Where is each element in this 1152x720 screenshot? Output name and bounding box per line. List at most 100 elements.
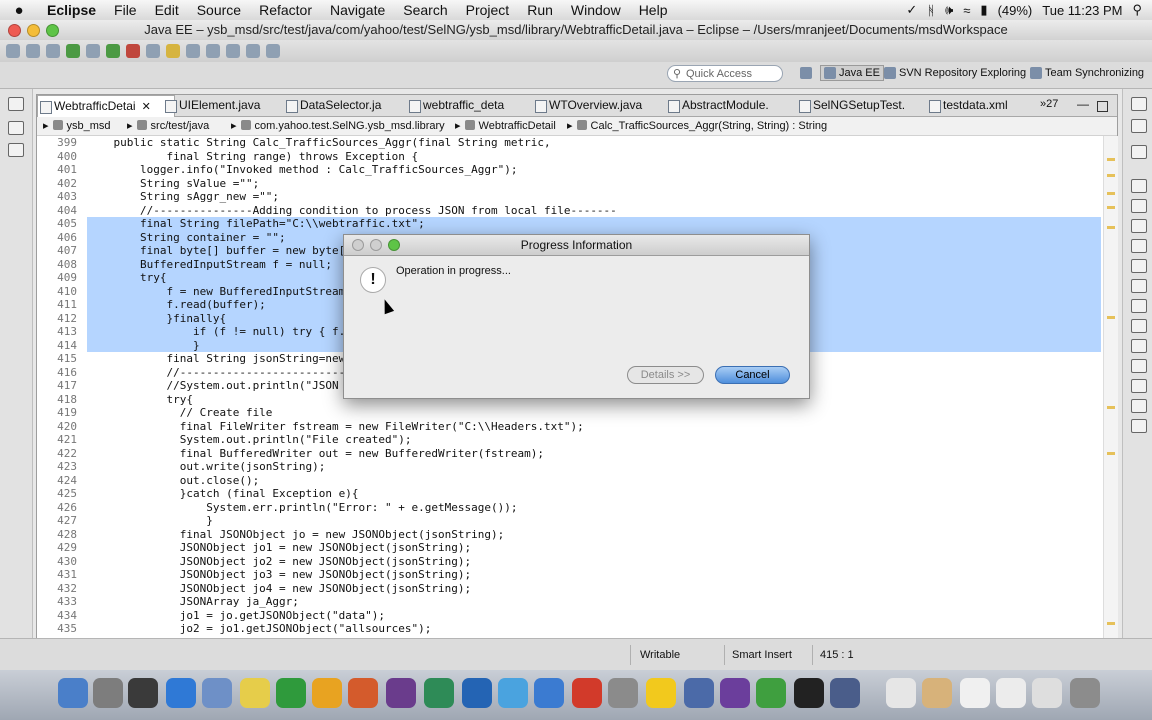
toggle-mark-icon[interactable]	[206, 44, 220, 58]
open-perspective-icon[interactable]	[800, 67, 812, 79]
file-icon[interactable]	[960, 678, 990, 708]
search-view-icon[interactable]	[1131, 339, 1147, 353]
code-text[interactable]: System.err.println("Error: " + e.getMess…	[87, 501, 517, 515]
app-store-icon[interactable]	[498, 678, 528, 708]
code-line[interactable]: 420 final FileWriter fstream = new FileW…	[37, 420, 1103, 434]
code-text[interactable]: f.read(buffer);	[87, 298, 265, 312]
zoom-window-button[interactable]	[46, 24, 59, 37]
overview-ruler[interactable]	[1103, 136, 1118, 639]
clock[interactable]: Tue 11:23 PM	[1042, 3, 1122, 18]
applications-folder-icon[interactable]	[922, 678, 952, 708]
volume-icon[interactable]: 🕪	[945, 2, 953, 18]
code-line[interactable]: 403 String sAggr_new ="";	[37, 190, 1103, 204]
finder-icon[interactable]	[58, 678, 88, 708]
code-text[interactable]: try{	[87, 271, 167, 285]
tab-webtraffic-deta[interactable]: webtraffic_deta	[407, 95, 533, 116]
code-text[interactable]: try{	[87, 393, 193, 407]
code-line[interactable]: 421 System.out.println("File created");	[37, 433, 1103, 447]
code-text[interactable]: final String range) throws Exception {	[87, 150, 418, 164]
code-text[interactable]: JSONArray ja_Aggr;	[87, 595, 299, 609]
code-text[interactable]: //---------------Adding condition to pro…	[87, 204, 617, 218]
code-line[interactable]: 432 JSONObject jo4 = new JSONObject(json…	[37, 582, 1103, 596]
code-text[interactable]: }catch (final Exception e){	[87, 487, 359, 501]
safari-icon[interactable]	[166, 678, 196, 708]
back-icon[interactable]	[246, 44, 260, 58]
menu-run[interactable]: Run	[518, 2, 562, 18]
code-text[interactable]: jo2 = jo1.getJSONObject("allsources");	[87, 622, 432, 636]
code-text[interactable]: }	[87, 514, 213, 528]
tab-testdata-xml[interactable]: testdata.xml	[927, 95, 1048, 116]
code-text[interactable]: public static String Calc_TrafficSources…	[87, 136, 550, 150]
network-icon[interactable]	[424, 678, 454, 708]
code-line[interactable]: 428 final JSONObject jo = new JSONObject…	[37, 528, 1103, 542]
outlook-icon[interactable]	[312, 678, 342, 708]
code-text[interactable]: final String filePath="C:\\webtraffic.tx…	[87, 217, 425, 231]
tab-selngsetuptest[interactable]: SelNGSetupTest.	[797, 95, 928, 116]
debug-icon[interactable]	[66, 44, 80, 58]
code-text[interactable]: String sValue ="";	[87, 177, 259, 191]
code-text[interactable]: out.close();	[87, 474, 259, 488]
trash-icon[interactable]	[1070, 678, 1100, 708]
terminal-icon[interactable]	[794, 678, 824, 708]
more-tabs-button[interactable]: »27	[1040, 98, 1058, 110]
data-source-icon[interactable]	[1131, 239, 1147, 253]
code-text[interactable]: JSONObject jo2 = new JSONObject(jsonStri…	[87, 555, 471, 569]
excel-icon[interactable]	[276, 678, 306, 708]
code-line[interactable]: 426 System.err.println("Error: " + e.get…	[37, 501, 1103, 515]
settings-icon[interactable]	[86, 44, 100, 58]
code-line[interactable]: 429 JSONObject jo1 = new JSONObject(json…	[37, 541, 1103, 555]
minimize-editor-button[interactable]: —	[1077, 97, 1089, 111]
next-annotation-icon[interactable]	[226, 44, 240, 58]
menu-refactor[interactable]: Refactor	[250, 2, 321, 18]
screenshot-icon[interactable]	[1032, 678, 1062, 708]
open-type-icon[interactable]	[146, 44, 160, 58]
apple-menu-icon[interactable]: ●	[0, 2, 38, 19]
perspective-team-sync[interactable]: Team Synchronizing	[1030, 67, 1144, 79]
code-line[interactable]: 422 final BufferedWriter out = new Buffe…	[37, 447, 1103, 461]
testng-icon[interactable]	[1131, 419, 1147, 433]
maximize-editor-button[interactable]	[1097, 101, 1108, 112]
code-text[interactable]: out.write(jsonString);	[87, 460, 326, 474]
cancel-button[interactable]: Cancel	[715, 366, 790, 384]
code-text[interactable]: JSONObject jo1 = new JSONObject(jsonStri…	[87, 541, 471, 555]
code-text[interactable]: //System.out.println("JSON Re	[87, 379, 358, 393]
chrome-icon[interactable]	[756, 678, 786, 708]
task-list-icon[interactable]	[1131, 145, 1147, 159]
history-icon[interactable]	[1131, 319, 1147, 333]
powerpoint-icon[interactable]	[348, 678, 378, 708]
new-icon[interactable]	[6, 44, 20, 58]
launchpad-icon[interactable]	[93, 678, 123, 708]
breadcrumb-class[interactable]: ▸ WebtrafficDetail	[455, 117, 556, 135]
code-line[interactable]: 404 //---------------Adding condition to…	[37, 204, 1103, 218]
breadcrumb-source-folder[interactable]: ▸ src/test/java	[127, 117, 209, 135]
code-text[interactable]: final String jsonString=new S	[87, 352, 358, 366]
menu-file[interactable]: File	[105, 2, 146, 18]
code-text[interactable]: // Create file	[87, 406, 273, 420]
preview-icon[interactable]	[202, 678, 232, 708]
close-tab-icon[interactable]: ✕	[142, 101, 151, 113]
messenger-icon[interactable]	[646, 678, 676, 708]
code-text[interactable]: }finally{	[87, 312, 226, 326]
code-line[interactable]: 424 out.close();	[37, 474, 1103, 488]
code-line[interactable]: 427 }	[37, 514, 1103, 528]
print-icon[interactable]	[46, 44, 60, 58]
dashboard-icon[interactable]	[128, 678, 158, 708]
code-text[interactable]: JSONObject jo4 = new JSONObject(jsonStri…	[87, 582, 471, 596]
restore-icon[interactable]	[1131, 97, 1147, 111]
outline-icon[interactable]	[1131, 119, 1147, 133]
run-icon[interactable]	[106, 44, 120, 58]
code-text[interactable]: final JSONObject jo = new JSONObject(jso…	[87, 528, 505, 542]
snippets-icon[interactable]	[1131, 259, 1147, 273]
bluetooth-icon[interactable]: ᚻ	[927, 3, 935, 18]
menu-window[interactable]: Window	[562, 2, 630, 18]
code-line[interactable]: 419 // Create file	[37, 406, 1103, 420]
code-text[interactable]: }	[87, 339, 200, 353]
spotlight-icon[interactable]: ⚲	[1132, 2, 1142, 18]
code-line[interactable]: 405 final String filePath="C:\\webtraffi…	[57, 217, 1101, 231]
system-preferences-icon[interactable]	[608, 678, 638, 708]
airmail-icon[interactable]	[572, 678, 602, 708]
tab-dataselector[interactable]: DataSelector.ja	[284, 95, 410, 116]
menu-search[interactable]: Search	[394, 2, 456, 18]
junit-icon[interactable]	[1131, 399, 1147, 413]
code-line[interactable]: 431 JSONObject jo3 = new JSONObject(json…	[37, 568, 1103, 582]
